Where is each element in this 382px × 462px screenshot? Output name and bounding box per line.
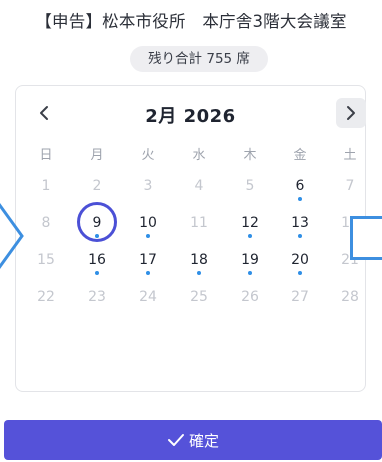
day-cell[interactable]: 17: [130, 249, 166, 279]
availability-dot: [95, 271, 99, 275]
day-number: 20: [291, 252, 309, 268]
day-cell: 4: [181, 175, 217, 205]
day-number: 9: [92, 215, 102, 231]
day-number: 6: [295, 178, 305, 194]
day-cell[interactable]: 10: [130, 212, 166, 242]
day-number: 26: [241, 289, 259, 305]
weekday-label: 水: [192, 148, 206, 163]
day-number: 7: [345, 178, 355, 194]
confirm-button[interactable]: 確定: [4, 420, 382, 460]
check-icon: [167, 434, 184, 446]
day-cell: 24: [130, 286, 166, 316]
day-cell: 2: [79, 175, 115, 205]
day-cell: 25: [181, 286, 217, 316]
day-number: 12: [241, 215, 259, 231]
availability-dot: [298, 197, 302, 201]
day-number: 28: [341, 289, 359, 305]
chevron-right-icon: [347, 106, 355, 120]
day-cell: 23: [79, 286, 115, 316]
next-month-button[interactable]: [336, 98, 366, 128]
day-number: 5: [245, 178, 255, 194]
remaining-seats-badge: 残り合計 755 席: [130, 46, 268, 72]
weekday-label: 木: [243, 148, 257, 163]
day-number: 4: [194, 178, 204, 194]
weekday-label: 火: [141, 148, 155, 163]
day-number: 22: [37, 289, 55, 305]
weekday-label: 金: [293, 148, 307, 163]
day-cell: 27: [282, 286, 318, 316]
day-number: 24: [139, 289, 157, 305]
availability-dot: [248, 271, 252, 275]
day-cell[interactable]: 12: [232, 212, 268, 242]
day-number: 18: [190, 252, 208, 268]
day-cell[interactable]: 20: [282, 249, 318, 279]
availability-dot: [197, 271, 201, 275]
weekday-label: 日: [39, 148, 53, 163]
weekday-label: 土: [343, 148, 357, 163]
day-cell[interactable]: 16: [79, 249, 115, 279]
day-cell: 22: [28, 286, 64, 316]
day-number: 27: [291, 289, 309, 305]
day-cell: 11: [181, 212, 217, 242]
day-cell[interactable]: 18: [181, 249, 217, 279]
day-cell: 26: [232, 286, 268, 316]
day-number: 11: [190, 215, 208, 231]
availability-dot: [298, 271, 302, 275]
day-number: 13: [291, 215, 309, 231]
day-cell: 5: [232, 175, 268, 205]
weekday-label: 月: [90, 148, 104, 163]
availability-dot: [298, 234, 302, 238]
day-number: 23: [88, 289, 106, 305]
day-number: 25: [190, 289, 208, 305]
day-number: 10: [139, 215, 157, 231]
day-number: 8: [41, 215, 51, 231]
day-number: 1: [41, 178, 51, 194]
page-title: 【申告】松本市役所 本庁舎3階大会議室: [35, 12, 347, 31]
calendar-card: 2月 2026 日月火水木金土 123456789101112131415161…: [15, 85, 366, 392]
availability-dot: [95, 234, 99, 238]
day-number: 17: [139, 252, 157, 268]
day-cell: 28: [332, 286, 368, 316]
side-panel-handle: [350, 216, 382, 260]
day-number: 2: [92, 178, 102, 194]
day-cell: 7: [332, 175, 368, 205]
day-number: 3: [143, 178, 153, 194]
day-cell[interactable]: 13: [282, 212, 318, 242]
availability-dot: [146, 271, 150, 275]
day-cell[interactable]: 19: [232, 249, 268, 279]
day-number: 19: [241, 252, 259, 268]
day-cell[interactable]: 6: [282, 175, 318, 205]
day-cell-selected[interactable]: 9: [77, 202, 117, 242]
chevron-right-icon: [0, 202, 24, 270]
availability-dot: [146, 234, 150, 238]
day-number: 16: [88, 252, 106, 268]
availability-dot: [248, 234, 252, 238]
month-label: 2月 2026: [145, 106, 236, 127]
day-cell: 3: [130, 175, 166, 205]
confirm-button-label: 確定: [188, 431, 219, 450]
